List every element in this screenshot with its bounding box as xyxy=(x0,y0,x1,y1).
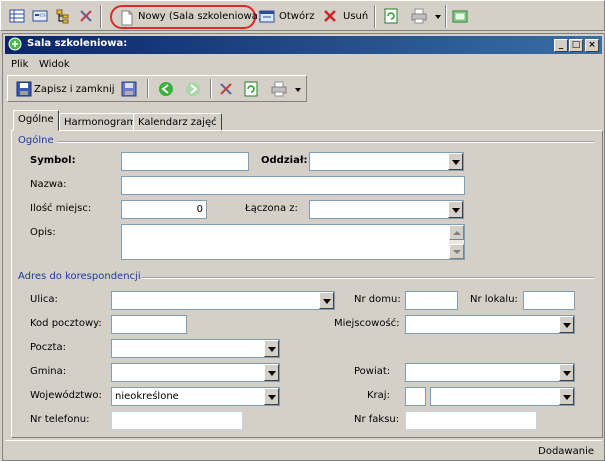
title-bar[interactable]: Sala szkoleniowa: _ □ × xyxy=(5,36,602,54)
window-title: Sala szkoleniowa: xyxy=(27,38,128,49)
city-select[interactable] xyxy=(405,315,575,334)
name-input[interactable] xyxy=(121,176,465,195)
menu-bar: Plik Widok xyxy=(5,56,602,74)
scroll-up-icon[interactable] xyxy=(449,225,464,240)
chevron-down-icon[interactable] xyxy=(559,316,574,333)
group-address-title: Adres do korespondencji xyxy=(18,271,141,282)
menu-file[interactable]: Plik xyxy=(11,59,28,70)
postcode-label: Kod pocztowy: xyxy=(30,318,102,329)
print-icon-window[interactable] xyxy=(271,81,287,97)
status-mode: Dodawanie xyxy=(538,446,594,457)
branch-label: Oddział: xyxy=(261,155,308,166)
save-close-button[interactable]: Zapisz i zamknij xyxy=(34,84,115,95)
chevron-down-icon[interactable] xyxy=(264,340,279,357)
chevron-down-icon[interactable] xyxy=(448,201,463,218)
chevron-down-icon[interactable] xyxy=(319,292,334,309)
joined-label: Łączona z: xyxy=(245,203,298,214)
post-office-label: Poczta: xyxy=(30,342,66,353)
open-icon[interactable] xyxy=(259,8,275,24)
apartment-label: Nr lokalu: xyxy=(470,294,518,305)
chevron-down-icon[interactable] xyxy=(264,388,279,405)
symbol-input[interactable] xyxy=(121,152,249,171)
city-label: Miejscowość: xyxy=(334,318,400,329)
delete-icon[interactable] xyxy=(322,8,338,24)
close-button[interactable]: × xyxy=(585,39,599,52)
country-code-input[interactable] xyxy=(405,387,426,406)
description-scrollbar[interactable] xyxy=(449,225,464,259)
delete-button[interactable]: Usuń xyxy=(343,11,368,22)
new-button-label: Nowy (Sala szkoleniowa) xyxy=(138,11,262,22)
fax-input[interactable] xyxy=(405,411,537,430)
tab-panel: Ogólne Symbol: Oddział: Nazwa: Ilość mie… xyxy=(11,130,603,438)
commune-label: Gmina: xyxy=(30,366,67,377)
print-icon[interactable] xyxy=(411,8,427,24)
folder-icon[interactable] xyxy=(452,8,468,24)
save-close-icon[interactable] xyxy=(16,81,32,97)
forward-icon[interactable] xyxy=(185,81,201,97)
status-bar: Dodawanie xyxy=(5,440,602,459)
country-select[interactable] xyxy=(430,387,575,406)
post-office-select[interactable] xyxy=(111,339,280,358)
postcode-input[interactable] xyxy=(111,315,187,334)
chevron-down-icon[interactable] xyxy=(559,364,574,381)
tree-view-icon[interactable] xyxy=(55,8,71,24)
back-icon[interactable] xyxy=(158,81,174,97)
description-label: Opis: xyxy=(30,227,56,238)
refresh-icon[interactable] xyxy=(383,8,399,24)
main-toolbar: Nowy (Sala szkoleniowa) Otwórz Usuń xyxy=(0,0,605,31)
tools-icon[interactable] xyxy=(78,8,94,24)
joined-select[interactable] xyxy=(309,200,464,219)
window-toolbar: Zapisz i zamknij xyxy=(7,75,307,102)
country-label: Kraj: xyxy=(367,390,390,401)
print-dropdown-icon[interactable] xyxy=(435,15,441,19)
save-icon[interactable] xyxy=(121,81,137,97)
group-general-title: Ogólne xyxy=(18,135,54,146)
fax-label: Nr faksu: xyxy=(354,414,400,425)
phone-label: Nr telefonu: xyxy=(30,414,90,425)
list-view-icon[interactable] xyxy=(9,8,25,24)
form-window: Sala szkoleniowa: _ □ × Plik Widok Zapis… xyxy=(2,33,605,461)
chevron-down-icon[interactable] xyxy=(264,364,279,381)
street-label: Ulica: xyxy=(30,294,58,305)
commune-select[interactable] xyxy=(111,363,280,382)
voivodeship-select[interactable]: nieokreślone xyxy=(111,387,280,406)
tools-icon-window[interactable] xyxy=(218,81,234,97)
apartment-input[interactable] xyxy=(523,291,575,310)
name-label: Nazwa: xyxy=(30,179,67,190)
phone-input[interactable] xyxy=(111,411,243,430)
seats-label: Ilość miejsc: xyxy=(30,203,92,214)
voivodeship-label: Województwo: xyxy=(30,390,102,401)
seats-input[interactable]: 0 xyxy=(121,200,207,219)
form-view-icon[interactable] xyxy=(32,8,48,24)
branch-select[interactable] xyxy=(309,152,464,171)
street-select[interactable] xyxy=(111,291,335,310)
county-label: Powiat: xyxy=(354,366,391,377)
open-button[interactable]: Otwórz xyxy=(279,11,314,22)
menu-view[interactable]: Widok xyxy=(39,59,70,70)
house-input[interactable] xyxy=(405,291,458,310)
chevron-down-icon[interactable] xyxy=(448,153,463,170)
refresh-icon-window[interactable] xyxy=(243,81,259,97)
scroll-down-icon[interactable] xyxy=(449,244,464,259)
chevron-down-icon[interactable] xyxy=(559,388,574,405)
house-label: Nr domu: xyxy=(354,294,401,305)
description-textarea[interactable] xyxy=(121,224,465,260)
window-app-icon xyxy=(8,37,22,51)
county-select[interactable] xyxy=(405,363,575,382)
tab-general[interactable]: Ogólne xyxy=(13,110,59,131)
minimize-button[interactable]: _ xyxy=(554,39,568,52)
maximize-button[interactable]: □ xyxy=(569,39,583,52)
symbol-label: Symbol: xyxy=(30,155,76,166)
print-dropdown-icon-window[interactable] xyxy=(295,88,301,92)
new-document-icon xyxy=(119,10,135,26)
new-button[interactable]: Nowy (Sala szkoleniowa) xyxy=(110,5,262,29)
